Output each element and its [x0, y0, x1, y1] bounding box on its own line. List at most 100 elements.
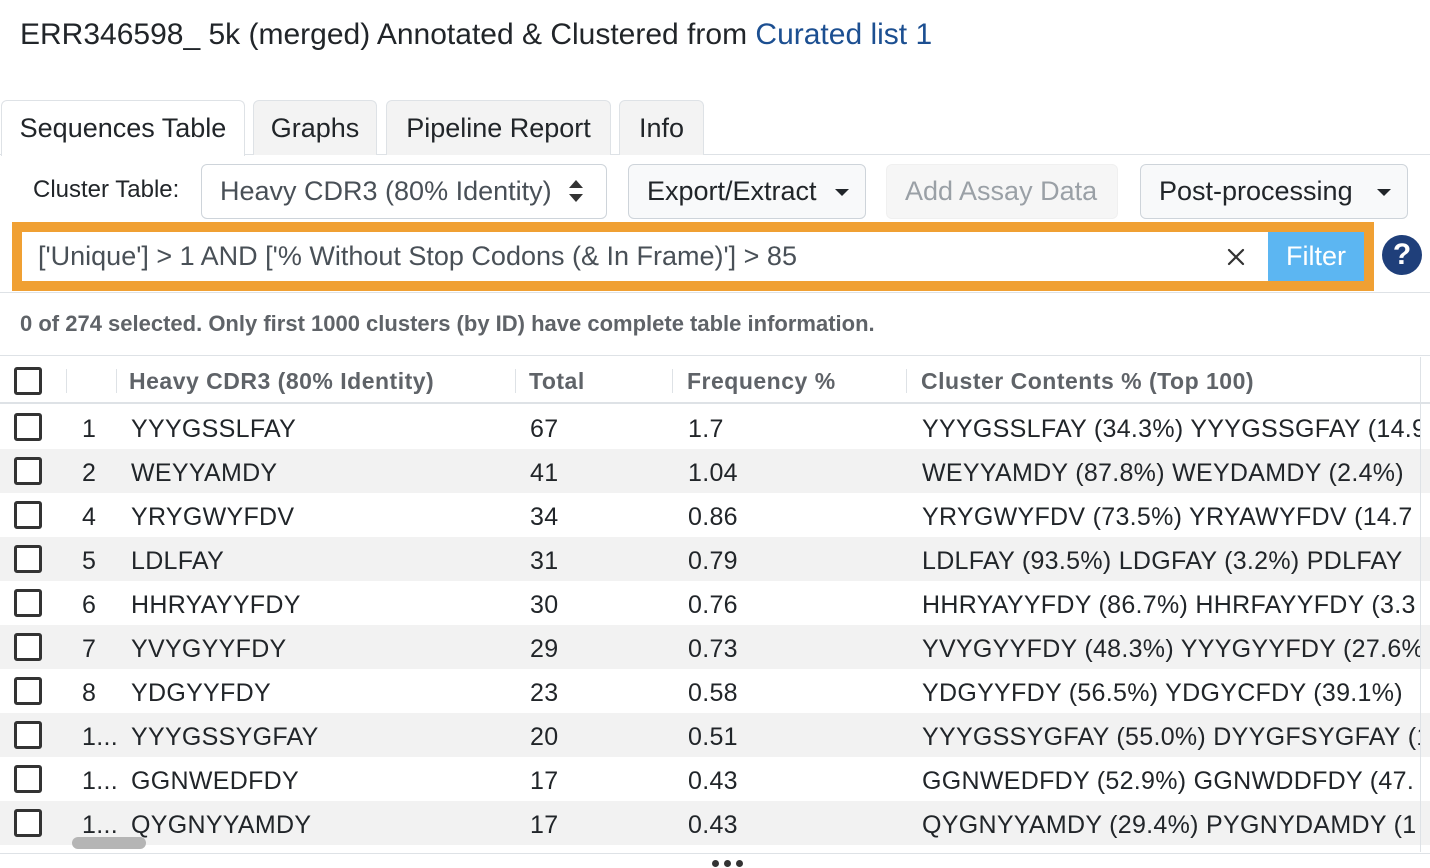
filter-button[interactable]: Filter [1268, 232, 1364, 281]
row-cdr3: YRYGWYFDV [131, 503, 295, 531]
clear-icon[interactable] [1226, 247, 1246, 267]
row-id: 7 [82, 635, 97, 663]
row-cdr3: LDLFAY [131, 547, 225, 575]
row-checkbox[interactable] [14, 721, 42, 749]
row-id: 5 [82, 547, 97, 575]
horizontal-scrollbar-thumb[interactable] [72, 837, 146, 849]
row-total: 20 [530, 723, 559, 751]
table-row[interactable]: 2 WEYYAMDY 41 1.04 WEYYAMDY (87.8%) WEYD… [0, 449, 1430, 493]
row-frequency: 0.79 [688, 547, 738, 575]
row-frequency: 0.43 [688, 811, 738, 839]
help-icon[interactable]: ? [1382, 235, 1422, 275]
page-title-text: ERR346598_ 5k (merged) Annotated & Clust… [20, 18, 748, 51]
divider [0, 355, 1430, 356]
row-frequency: 0.76 [688, 591, 738, 619]
column-divider [66, 369, 67, 393]
post-processing-label: Post-processing [1159, 176, 1353, 206]
row-id: 1 [82, 415, 97, 443]
row-id: 6 [82, 591, 97, 619]
table-row[interactable]: 5 LDLFAY 31 0.79 LDLFAY (93.5%) LDGFAY (… [0, 537, 1430, 581]
filter-bar: ['Unique'] > 1 AND ['% Without Stop Codo… [12, 222, 1374, 291]
row-total: 67 [530, 415, 559, 443]
filter-input[interactable]: ['Unique'] > 1 AND ['% Without Stop Codo… [22, 232, 1268, 281]
add-assay-data-label: Add Assay Data [905, 176, 1098, 206]
curated-list-link[interactable]: Curated list 1 [755, 18, 932, 51]
sort-arrows-icon [569, 180, 583, 202]
table-right-border [1420, 357, 1421, 852]
grip-dot-icon [712, 860, 719, 867]
row-id: 1... [82, 767, 116, 795]
row-checkbox[interactable] [14, 677, 42, 705]
table-row[interactable]: 1... QYGNYYAMDY 17 0.43 QYGNYYAMDY (29.4… [0, 801, 1430, 845]
row-cluster-contents: LDLFAY (93.5%) LDGFAY (3.2%) PDLFAY [922, 547, 1403, 575]
row-total: 30 [530, 591, 559, 619]
row-cdr3: GGNWEDFDY [131, 767, 299, 795]
table-row[interactable]: 4 YRYGWYFDV 34 0.86 YRYGWYFDV (73.5%) YR… [0, 493, 1430, 537]
table-row[interactable]: 6 HHRYAYYFDY 30 0.76 HHRYAYYFDY (86.7%) … [0, 581, 1430, 625]
row-cdr3: HHRYAYYFDY [131, 591, 301, 619]
row-total: 29 [530, 635, 559, 663]
resize-handle[interactable] [712, 860, 746, 868]
row-cluster-contents: GGNWEDFDY (52.9%) GGNWDDFDY (47. [922, 767, 1415, 795]
row-frequency: 0.51 [688, 723, 738, 751]
row-id: 4 [82, 503, 97, 531]
row-checkbox[interactable] [14, 809, 42, 837]
column-header-cdr3[interactable]: Heavy CDR3 (80% Identity) [129, 357, 434, 402]
select-all-checkbox[interactable] [14, 367, 42, 395]
tab-graphs[interactable]: Graphs [253, 100, 377, 155]
row-checkbox[interactable] [14, 545, 42, 573]
cluster-table-label: Cluster Table: [33, 176, 180, 203]
table-row[interactable]: 8 YDGYYFDY 23 0.58 YDGYYFDY (56.5%) YDGY… [0, 669, 1430, 713]
row-checkbox[interactable] [14, 457, 42, 485]
row-cluster-contents: QYGNYYAMDY (29.4%) PYGNYDAMDY (1 [922, 811, 1417, 839]
table-row[interactable]: 1... YYYGSSYGFAY 20 0.51 YYYGSSYGFAY (55… [0, 713, 1430, 757]
row-total: 31 [530, 547, 559, 575]
row-id: 1... [82, 723, 116, 751]
row-cluster-contents: YYYGSSLFAY (34.3%) YYYGSSGFAY (14.9 [922, 415, 1420, 443]
tab-info[interactable]: Info [619, 100, 704, 155]
column-divider [672, 369, 673, 393]
tab-pipeline-report[interactable]: Pipeline Report [386, 100, 611, 155]
row-frequency: 0.43 [688, 767, 738, 795]
row-checkbox[interactable] [14, 633, 42, 661]
column-header-frequency[interactable]: Frequency % [687, 357, 836, 402]
row-frequency: 1.7 [688, 415, 724, 443]
row-total: 23 [530, 679, 559, 707]
row-cluster-contents: HHRYAYYFDY (86.7%) HHRFAYYFDY (3.3 [922, 591, 1416, 619]
row-total: 17 [530, 811, 559, 839]
row-cluster-contents: YRYGWYFDV (73.5%) YRYAWYFDV (14.7 [922, 503, 1413, 531]
row-id: 2 [82, 459, 97, 487]
row-cdr3: QYGNYYAMDY [131, 811, 312, 839]
grip-dot-icon [736, 860, 743, 867]
row-total: 17 [530, 767, 559, 795]
row-cdr3: YYYGSSLFAY [131, 415, 297, 443]
chevron-down-icon [835, 189, 849, 196]
table-header: Heavy CDR3 (80% Identity) Total Frequenc… [0, 357, 1430, 404]
selection-status: 0 of 274 selected. Only first 1000 clust… [20, 311, 875, 336]
row-cluster-contents: YVYGYYFDY (48.3%) YYYGYYFDY (27.6% [922, 635, 1420, 663]
add-assay-data-button[interactable]: Add Assay Data [886, 164, 1118, 219]
row-checkbox[interactable] [14, 765, 42, 793]
post-processing-button[interactable]: Post-processing [1140, 164, 1408, 219]
table-row[interactable]: 1 YYYGSSLFAY 67 1.7 YYYGSSLFAY (34.3%) Y… [0, 405, 1430, 449]
row-frequency: 0.73 [688, 635, 738, 663]
row-frequency: 0.86 [688, 503, 738, 531]
table-row[interactable]: 1... GGNWEDFDY 17 0.43 GGNWEDFDY (52.9%)… [0, 757, 1430, 801]
row-checkbox[interactable] [14, 589, 42, 617]
row-cdr3: YDGYYFDY [131, 679, 271, 707]
table-row[interactable]: 7 YVYGYYFDY 29 0.73 YVYGYYFDY (48.3%) YY… [0, 625, 1430, 669]
row-cdr3: WEYYAMDY [131, 459, 278, 487]
row-frequency: 1.04 [688, 459, 738, 487]
row-total: 41 [530, 459, 559, 487]
row-checkbox[interactable] [14, 501, 42, 529]
tab-bar: Sequences Table Graphs Pipeline Report I… [0, 100, 1430, 156]
tab-sequences-table[interactable]: Sequences Table [1, 100, 245, 156]
divider [0, 292, 1430, 293]
column-header-total[interactable]: Total [529, 357, 585, 402]
row-checkbox[interactable] [14, 413, 42, 441]
row-id: 8 [82, 679, 97, 707]
column-header-cluster-contents[interactable]: Cluster Contents % (Top 100) [921, 357, 1254, 402]
page-title: ERR346598_ 5k (merged) Annotated & Clust… [20, 18, 932, 52]
cluster-table-select[interactable]: Heavy CDR3 (80% Identity) [201, 164, 607, 219]
export-extract-button[interactable]: Export/Extract [628, 164, 866, 219]
